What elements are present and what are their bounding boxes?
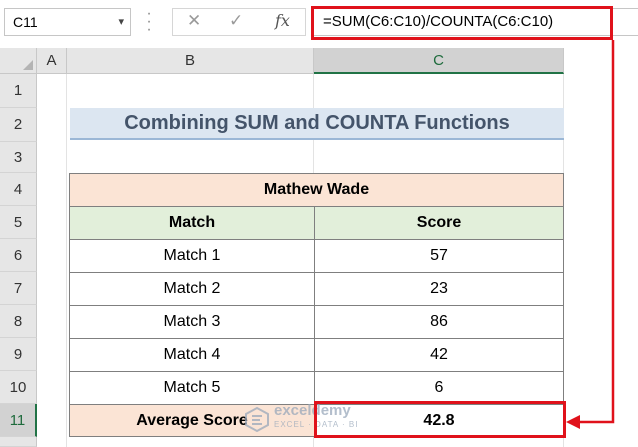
- column-header-b[interactable]: B: [67, 48, 314, 74]
- match-cell[interactable]: Match 5: [69, 371, 315, 405]
- row-header-12[interactable]: [0, 437, 37, 447]
- row-header-3[interactable]: 3: [0, 142, 37, 173]
- cancel-icon[interactable]: ✕: [187, 11, 201, 31]
- check-icon[interactable]: ✓: [229, 11, 243, 31]
- column-header-c[interactable]: C: [314, 48, 564, 74]
- row-header-8[interactable]: 8: [0, 305, 37, 338]
- match-cell[interactable]: Match 3: [69, 305, 315, 339]
- arrow-line: [578, 40, 615, 424]
- name-box[interactable]: C11 ▾: [4, 8, 131, 36]
- name-box-value: C11: [13, 14, 38, 30]
- row-header-10[interactable]: 10: [0, 371, 37, 404]
- score-cell[interactable]: 23: [314, 272, 564, 306]
- formula-buttons: ✕ ✓ fx: [172, 8, 306, 36]
- row-header-9[interactable]: 9: [0, 338, 37, 371]
- row-header-2[interactable]: 2: [0, 108, 37, 142]
- row-header-5[interactable]: 5: [0, 206, 37, 239]
- gridline: [66, 74, 67, 447]
- row-header-6[interactable]: 6: [0, 239, 37, 272]
- sheet-title[interactable]: Combining SUM and COUNTA Functions: [70, 108, 564, 140]
- match-cell[interactable]: Match 2: [69, 272, 315, 306]
- row-header-7[interactable]: 7: [0, 272, 37, 305]
- score-cell[interactable]: 6: [314, 371, 564, 405]
- match-cell[interactable]: Match 1: [69, 239, 315, 273]
- row-header-11[interactable]: 11: [0, 404, 37, 437]
- formula-highlight-box: [311, 6, 613, 40]
- insert-function-icon[interactable]: fx: [275, 11, 290, 30]
- score-cell[interactable]: 86: [314, 305, 564, 339]
- result-highlight-box: [314, 401, 566, 438]
- arrow-head-icon: [566, 415, 580, 429]
- score-cell[interactable]: 57: [314, 239, 564, 273]
- chevron-down-icon[interactable]: ▾: [118, 9, 124, 35]
- score-cell[interactable]: 42: [314, 338, 564, 372]
- select-all-corner[interactable]: [0, 48, 37, 74]
- more-options-icon[interactable]: · · ·: [144, 6, 154, 38]
- row-header-1[interactable]: 1: [0, 74, 37, 108]
- score-header-cell[interactable]: Score: [314, 206, 564, 240]
- match-header-cell[interactable]: Match: [69, 206, 315, 240]
- average-label-cell[interactable]: Average Score: [69, 404, 315, 437]
- player-name-cell[interactable]: Mathew Wade: [69, 173, 564, 207]
- match-cell[interactable]: Match 4: [69, 338, 315, 372]
- formula-bar: C11 ▾ · · · ✕ ✓ fx =SUM(C6:C10)/COUNTA(C6:…: [0, 0, 638, 48]
- row-header-4[interactable]: 4: [0, 173, 37, 206]
- column-header-a[interactable]: A: [37, 48, 67, 74]
